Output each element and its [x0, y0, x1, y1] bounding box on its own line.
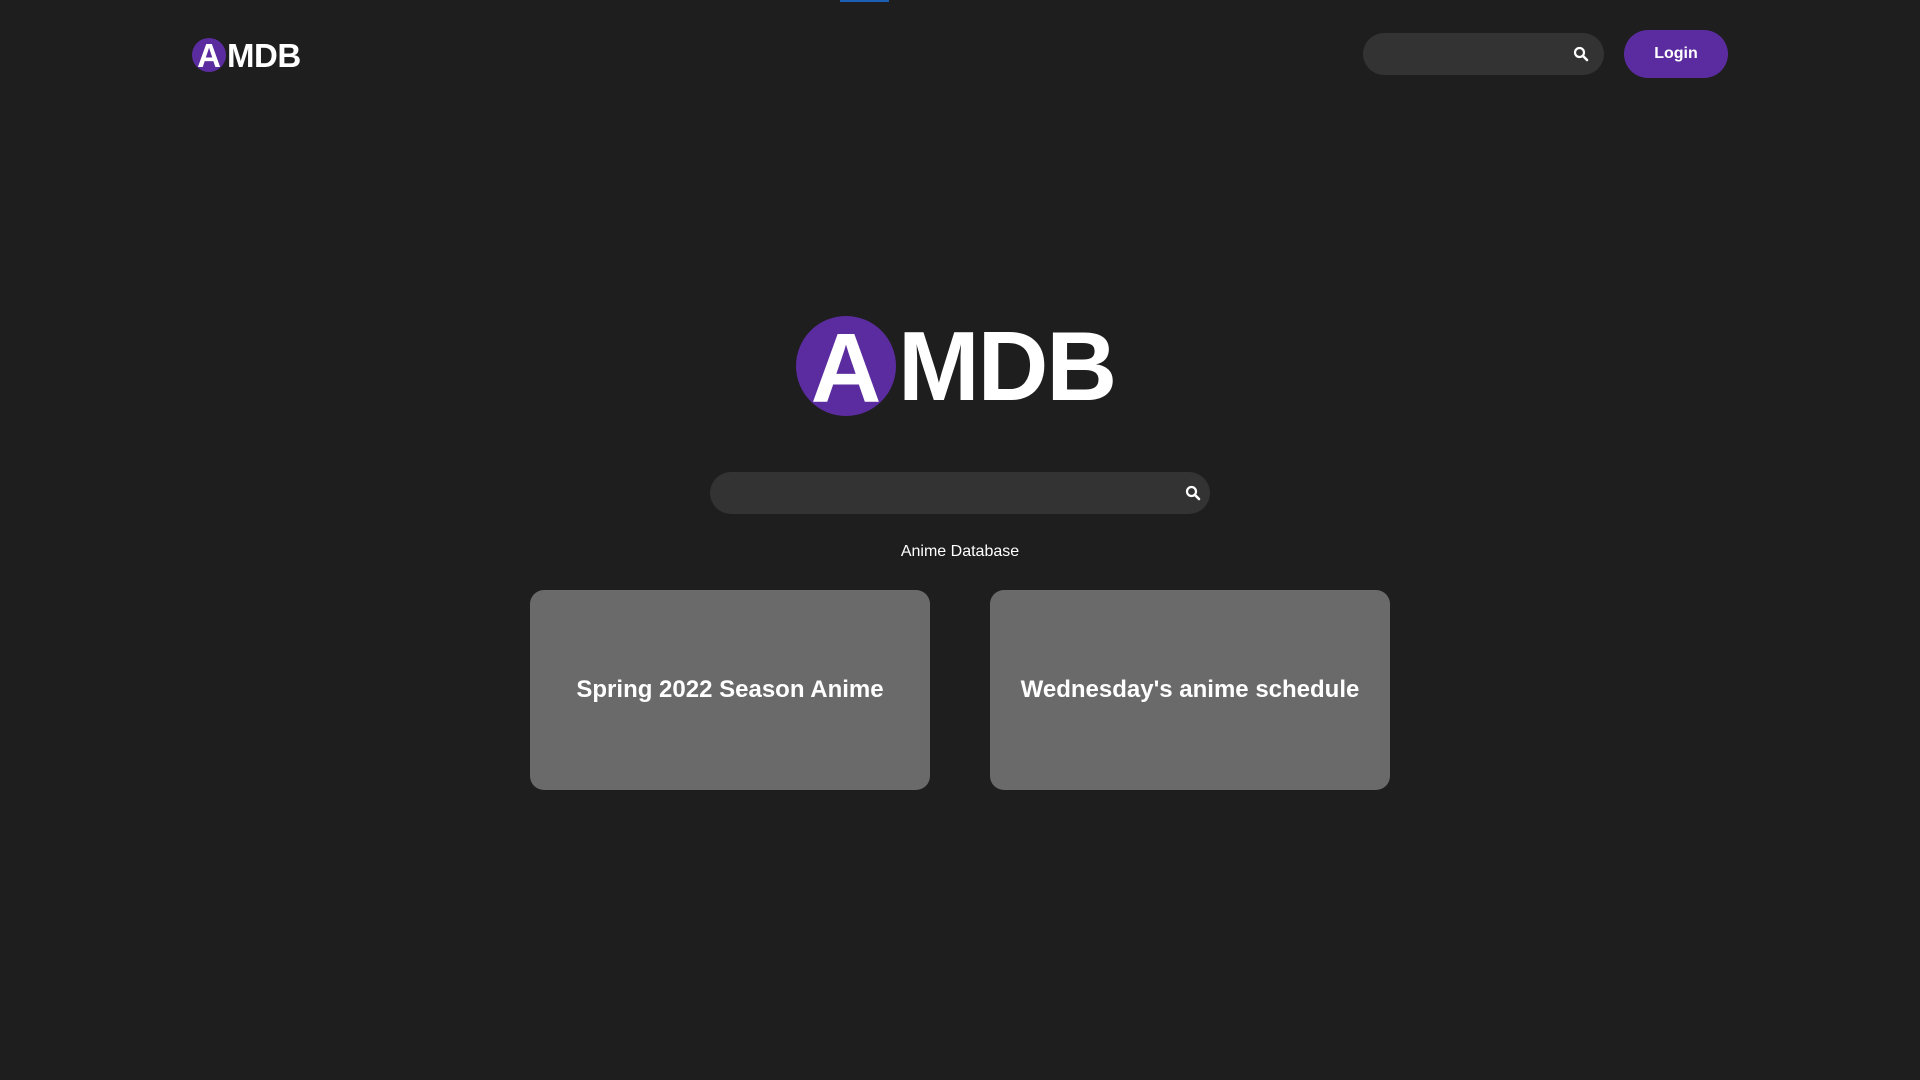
main-search-input[interactable]: [710, 472, 1210, 514]
card-label: Spring 2022 Season Anime: [576, 676, 884, 703]
header-logo[interactable]: A MDB: [192, 37, 301, 73]
card-label: Wednesday's anime schedule: [1020, 676, 1360, 703]
card-wednesday-schedule[interactable]: Wednesday's anime schedule: [990, 590, 1390, 790]
login-button[interactable]: Login: [1624, 30, 1728, 78]
logo-letter-circle: A: [192, 38, 226, 72]
header-search-input[interactable]: [1363, 33, 1604, 75]
hero-logo-text: MDB: [898, 311, 1117, 421]
hero-logo: A MDB: [796, 311, 1117, 421]
logo-text: MDB: [227, 36, 301, 74]
site-subtitle: Anime Database: [900, 543, 1020, 560]
header-search-box: [1363, 33, 1604, 75]
search-icon[interactable]: [1570, 43, 1592, 65]
header: A MDB Login: [0, 0, 1920, 108]
search-icon[interactable]: [1182, 482, 1204, 504]
card-spring-2022-season[interactable]: Spring 2022 Season Anime: [530, 590, 930, 790]
hero-logo-letter-circle: A: [796, 316, 896, 417]
main-search-box: [710, 472, 1210, 514]
